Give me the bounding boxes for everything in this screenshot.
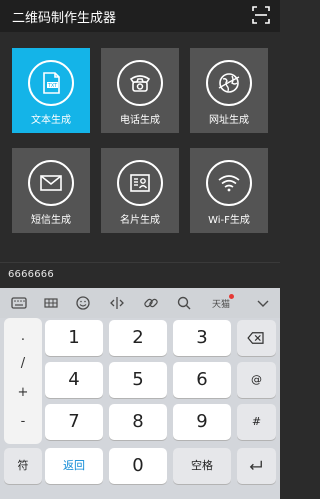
- key-4[interactable]: 4: [45, 362, 103, 398]
- enter-icon: [249, 460, 262, 470]
- content-input[interactable]: 6666666: [0, 262, 280, 288]
- svg-text:TXT: TXT: [47, 83, 58, 89]
- tile-sms-generate[interactable]: 短信生成: [12, 148, 90, 233]
- scan-icon[interactable]: [252, 6, 270, 24]
- tile-phone-generate[interactable]: 电话生成: [101, 48, 179, 133]
- globe-icon: [206, 60, 252, 106]
- txt-file-icon: TXT: [28, 60, 74, 106]
- key-9[interactable]: 9: [173, 404, 231, 440]
- key-5[interactable]: 5: [109, 362, 167, 398]
- hash-key[interactable]: #: [237, 404, 276, 440]
- symbol-key[interactable]: -: [4, 414, 42, 429]
- telephone-icon: [117, 60, 163, 106]
- space-key[interactable]: 空格: [173, 448, 231, 484]
- key-0[interactable]: 0: [109, 448, 167, 484]
- symbol-column[interactable]: . / + -: [4, 318, 42, 444]
- backspace-key[interactable]: [237, 320, 276, 356]
- app-bar: 二维码制作生成器: [0, 0, 280, 32]
- tile-text-generate[interactable]: TXT 文本生成: [12, 48, 90, 133]
- key-1[interactable]: 1: [45, 320, 103, 356]
- backspace-icon: [247, 332, 264, 344]
- input-value[interactable]: 6666666: [8, 269, 54, 280]
- tile-label: 网址生成: [209, 115, 249, 126]
- tile-label: Wi-F生成: [208, 215, 250, 226]
- tile-label: 电话生成: [120, 115, 160, 126]
- key-3[interactable]: 3: [173, 320, 231, 356]
- envelope-icon: [28, 160, 74, 206]
- key-7[interactable]: 7: [45, 404, 103, 440]
- back-key[interactable]: 返回: [45, 448, 103, 484]
- at-key[interactable]: @: [237, 362, 276, 398]
- keypad: . / + - 1 2 3 4 5 6 @ 7 8 9 # 符 返回 0 空格: [0, 318, 280, 499]
- symbol-key[interactable]: /: [4, 356, 42, 371]
- wifi-icon: [206, 160, 252, 206]
- search-icon[interactable]: [175, 295, 193, 311]
- keyboard-layout-icon[interactable]: [42, 295, 60, 311]
- tile-label: 短信生成: [31, 215, 71, 226]
- notification-dot: [229, 294, 234, 299]
- tianmao-label: 天猫: [211, 299, 230, 310]
- keyboard: 天猫 . / + - 1 2 3 4 5 6 @ 7 8 9 # 符 返回 0 …: [0, 288, 280, 499]
- symbol-key[interactable]: .: [4, 329, 42, 344]
- tile-card-generate[interactable]: 名片生成: [101, 148, 179, 233]
- chevron-down-icon[interactable]: [254, 295, 272, 311]
- tile-wifi-generate[interactable]: Wi-F生成: [190, 148, 268, 233]
- generator-grid: TXT 文本生成 电话生成 网址生成 短信生成 名片生成 Wi-F生成: [0, 32, 280, 252]
- cursor-move-icon[interactable]: [108, 295, 126, 311]
- tile-url-generate[interactable]: 网址生成: [190, 48, 268, 133]
- symbol-key[interactable]: +: [4, 385, 42, 400]
- keyboard-grid-icon[interactable]: [10, 295, 28, 311]
- symbol-switch-key[interactable]: 符: [4, 448, 42, 484]
- key-8[interactable]: 8: [109, 404, 167, 440]
- key-6[interactable]: 6: [173, 362, 231, 398]
- contact-card-icon: [117, 160, 163, 206]
- link-icon[interactable]: [142, 295, 160, 311]
- tile-label: 文本生成: [31, 115, 71, 126]
- enter-key[interactable]: [237, 448, 276, 484]
- key-2[interactable]: 2: [109, 320, 167, 356]
- keyboard-toolbar: 天猫: [0, 288, 280, 318]
- emoji-icon[interactable]: [74, 295, 92, 311]
- tianmao-logo[interactable]: 天猫: [208, 294, 234, 311]
- tile-label: 名片生成: [120, 215, 160, 226]
- page-title: 二维码制作生成器: [12, 11, 117, 26]
